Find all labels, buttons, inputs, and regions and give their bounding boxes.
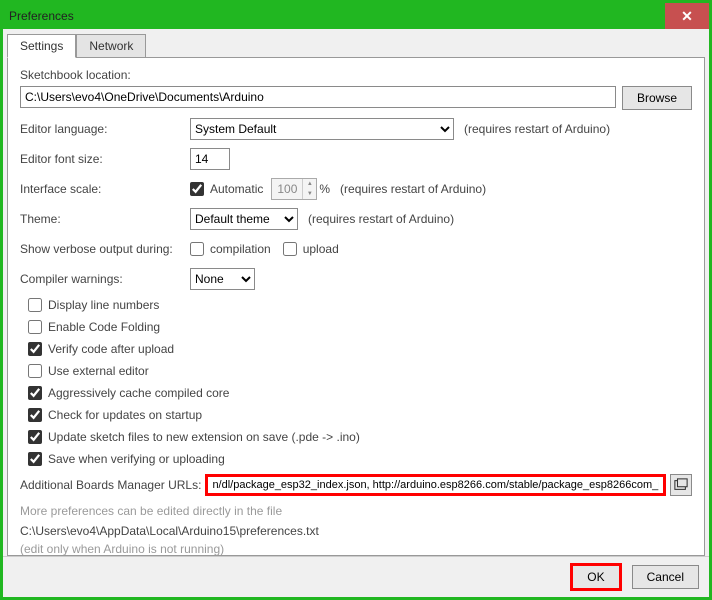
prefs-file-path[interactable]: C:\Users\evo4\AppData\Local\Arduino15\pr…: [20, 524, 692, 538]
chevron-down-icon: ▼: [303, 189, 316, 199]
verbose-upload-checkbox[interactable]: upload: [283, 242, 339, 256]
verify-code-checkbox[interactable]: Verify code after upload: [28, 342, 692, 356]
ok-button[interactable]: OK: [572, 565, 619, 589]
editor-language-select[interactable]: System Default: [190, 118, 454, 140]
editor-language-hint: (requires restart of Arduino): [464, 122, 610, 136]
close-button[interactable]: ✕: [665, 3, 709, 29]
cancel-button[interactable]: Cancel: [632, 565, 699, 589]
update-sketch-ext-checkbox[interactable]: Update sketch files to new extension on …: [28, 430, 692, 444]
save-verify-checkbox[interactable]: Save when verifying or uploading: [28, 452, 692, 466]
settings-panel: Sketchbook location: Browse Editor langu…: [7, 57, 705, 556]
preferences-window: Preferences ✕ Settings Network Sketchboo…: [0, 0, 712, 600]
interface-scale-auto-checkbox[interactable]: Automatic: [190, 182, 263, 196]
additional-boards-input[interactable]: [205, 474, 666, 496]
additional-boards-label: Additional Boards Manager URLs:: [20, 478, 201, 492]
editor-font-label: Editor font size:: [20, 152, 190, 166]
verbose-label: Show verbose output during:: [20, 242, 190, 256]
external-editor-checkbox[interactable]: Use external editor: [28, 364, 692, 378]
dialog-footer: OK Cancel: [3, 556, 709, 597]
more-prefs-note: More preferences can be edited directly …: [20, 504, 692, 518]
window-title: Preferences: [9, 9, 665, 23]
editor-font-input[interactable]: [190, 148, 230, 170]
verbose-compile-checkbox[interactable]: compilation: [190, 242, 271, 256]
close-icon: ✕: [681, 8, 693, 25]
theme-hint: (requires restart of Arduino): [308, 212, 454, 226]
compiler-warnings-select[interactable]: None: [190, 268, 255, 290]
browse-button[interactable]: Browse: [622, 86, 692, 110]
check-updates-checkbox[interactable]: Check for updates on startup: [28, 408, 692, 422]
chevron-up-icon: ▲: [303, 179, 316, 189]
edit-only-note: (edit only when Arduino is not running): [20, 542, 692, 556]
interface-scale-label: Interface scale:: [20, 182, 190, 196]
compiler-warnings-label: Compiler warnings:: [20, 272, 190, 286]
interface-scale-hint: (requires restart of Arduino): [340, 182, 486, 196]
additional-boards-expand-button[interactable]: [670, 474, 692, 496]
cache-compiled-checkbox[interactable]: Aggressively cache compiled core: [28, 386, 692, 400]
tab-settings[interactable]: Settings: [7, 34, 76, 58]
tabbar: Settings Network: [3, 29, 709, 57]
editor-language-label: Editor language:: [20, 122, 190, 136]
display-line-numbers-checkbox[interactable]: Display line numbers: [28, 298, 692, 312]
percent-label: %: [319, 182, 330, 196]
options-list: Display line numbers Enable Code Folding…: [20, 298, 692, 466]
tab-network[interactable]: Network: [76, 34, 146, 58]
interface-scale-spinner[interactable]: ▲▼: [271, 178, 317, 200]
sketchbook-path-input[interactable]: [20, 86, 616, 108]
enable-code-folding-checkbox[interactable]: Enable Code Folding: [28, 320, 692, 334]
titlebar: Preferences ✕: [3, 3, 709, 29]
theme-label: Theme:: [20, 212, 190, 226]
window-icon: [674, 478, 688, 492]
theme-select[interactable]: Default theme: [190, 208, 298, 230]
sketchbook-label: Sketchbook location:: [20, 68, 692, 82]
